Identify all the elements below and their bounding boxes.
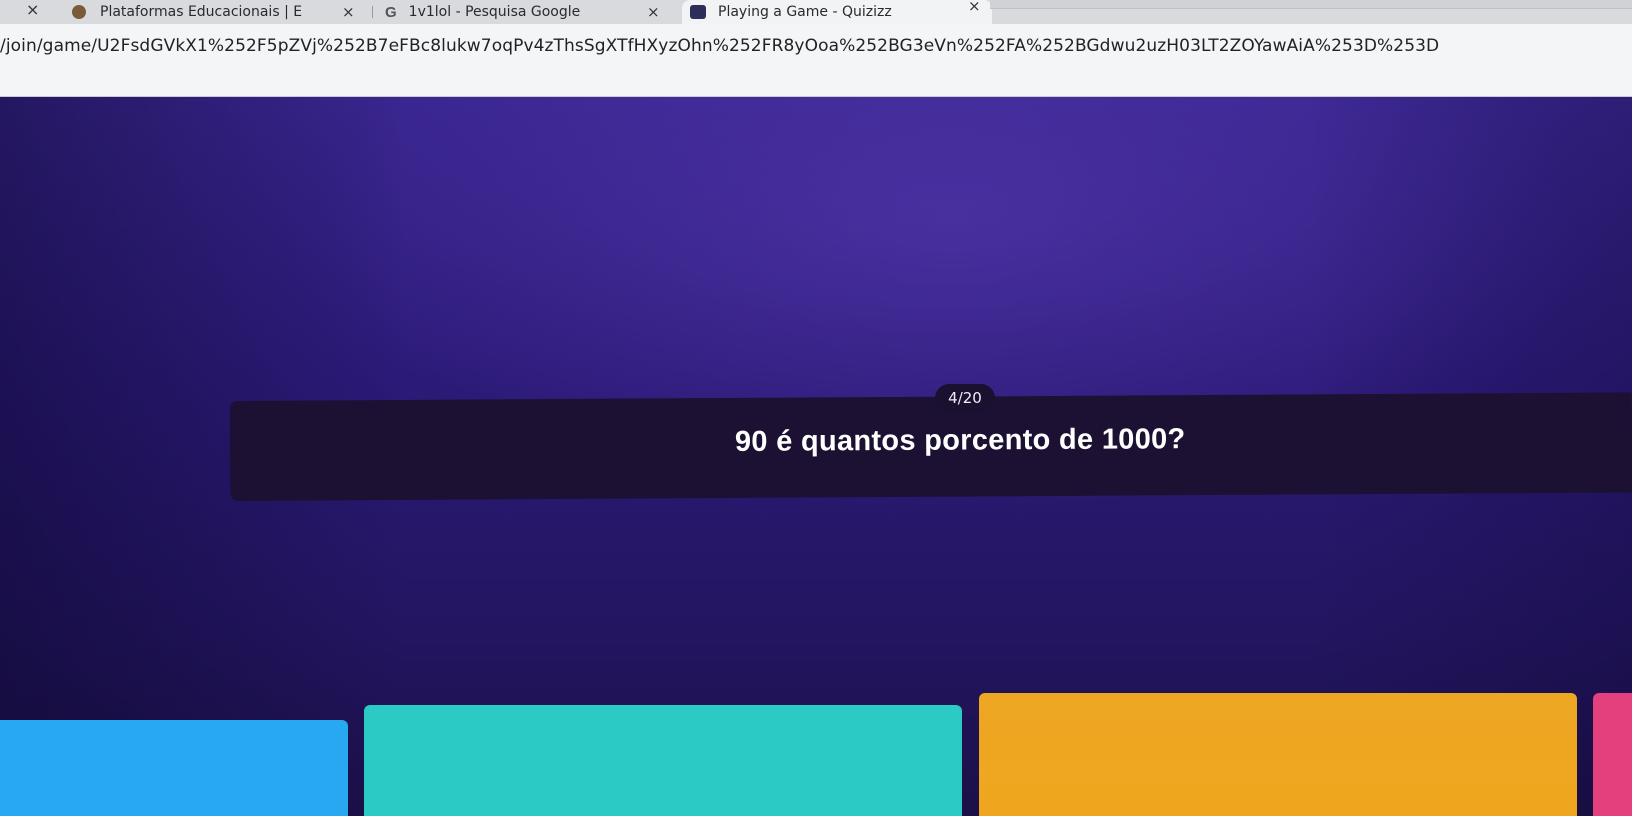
google-g-icon: G: [385, 3, 397, 21]
school-crest-icon: [72, 5, 86, 19]
answer-option-1[interactable]: [0, 720, 348, 816]
tab-divider: [372, 6, 373, 18]
answer-option-3[interactable]: [979, 693, 1577, 816]
answer-option-2[interactable]: [364, 705, 962, 816]
tab-strip-empty: [990, 0, 1632, 9]
tab-plataformas-educacionais[interactable]: Plataformas Educacionais | E ×: [60, 0, 360, 24]
tab-label: 1v1lol - Pesquisa Google: [408, 4, 581, 20]
close-icon[interactable]: ×: [647, 3, 660, 21]
address-bar[interactable]: /join/game/U2FsdGVkX1%252F5pZVj%252B7eFB…: [0, 24, 1632, 97]
url-text[interactable]: /join/game/U2FsdGVkX1%252F5pZVj%252B7eFB…: [0, 36, 1439, 56]
question-text: 90 é quantos porcento de 1000?: [734, 423, 1186, 458]
question-panel: 90 é quantos porcento de 1000?: [229, 392, 1632, 501]
close-icon[interactable]: ×: [26, 0, 39, 19]
answer-option-4[interactable]: [1593, 693, 1632, 816]
question-counter: 4/20: [935, 384, 995, 412]
tab-label: Playing a Game - Quizizz: [718, 4, 892, 20]
close-icon[interactable]: ×: [342, 3, 355, 21]
quiz-game-area: 4/20 90 é quantos porcento de 1000?: [0, 97, 1632, 816]
screen: × Plataformas Educacionais | E × G 1v1lo…: [0, 0, 1632, 816]
quizizz-icon: [690, 5, 706, 19]
tab-quizizz-active[interactable]: Playing a Game - Quizizz ×: [682, 0, 992, 24]
browser-tab-bar: × Plataformas Educacionais | E × G 1v1lo…: [0, 0, 1632, 24]
tab-label: Plataformas Educacionais | E: [100, 4, 303, 20]
close-icon[interactable]: ×: [968, 0, 981, 15]
tab-google-search[interactable]: G 1v1lol - Pesquisa Google ×: [385, 0, 685, 24]
